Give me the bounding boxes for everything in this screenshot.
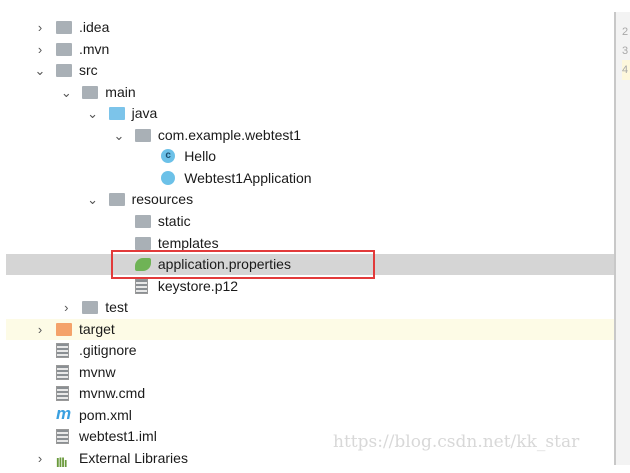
tree-item[interactable]: mvnw (0, 362, 614, 383)
editor-gutter: 2 3 4 (614, 12, 630, 465)
line-number: 4 (622, 60, 630, 80)
folder-icon (134, 236, 151, 250)
tree-item[interactable]: mvnw.cmd (0, 383, 614, 404)
tree-item-label: Hello (184, 148, 217, 165)
tree-item-label: .idea (79, 19, 110, 35)
tree-item-label: java (131, 105, 158, 122)
folder-icon (82, 85, 99, 99)
excluded-folder-icon (56, 322, 72, 336)
chevron-right-icon[interactable]: › (34, 17, 46, 38)
tree-item[interactable]: ⌄ main (0, 82, 614, 103)
tree-item[interactable]: › test (0, 297, 614, 318)
tree-item-label: webtest1.iml (79, 428, 157, 445)
tree-item-label: static (157, 212, 191, 229)
tree-item-label: .gitignore (79, 342, 137, 359)
tree-item-label: Webtest1Application (184, 169, 312, 186)
chevron-right-icon[interactable]: › (60, 297, 72, 318)
tree-item[interactable]: › target (6, 318, 614, 340)
unknown-file-icon (134, 278, 148, 294)
text-file-icon (56, 386, 69, 402)
tree-item-label: External Libraries (79, 450, 188, 466)
tree-item-label: test (105, 299, 128, 316)
tree-item[interactable]: m pom.xml (0, 403, 614, 426)
tree-item-label: mvnw.cmd (79, 385, 146, 402)
package-icon (134, 128, 151, 142)
text-file-icon (56, 343, 69, 359)
chevron-down-icon[interactable]: ⌄ (87, 103, 99, 124)
text-file-icon (56, 364, 69, 380)
class-icon: c (161, 149, 176, 164)
folder-icon (56, 42, 72, 56)
tree-item-label: .mvn (79, 40, 110, 57)
chevron-right-icon[interactable]: › (34, 448, 46, 469)
module-file-icon (56, 429, 69, 445)
tree-item[interactable]: ⌄ java (0, 103, 614, 124)
chevron-down-icon[interactable]: ⌄ (87, 189, 99, 210)
tree-item[interactable]: › .idea (0, 17, 614, 38)
folder-icon (134, 214, 151, 228)
highlight-box (111, 250, 375, 279)
libraries-icon: Illı (56, 455, 67, 470)
tree-item-label: pom.xml (79, 406, 132, 423)
maven-icon: m (56, 403, 72, 423)
chevron-right-icon[interactable]: › (34, 319, 46, 340)
line-number: 3 (622, 45, 629, 57)
line-number: 2 (622, 26, 629, 38)
tree-item[interactable]: ⌄ resources (0, 189, 614, 210)
tree-item-label: src (79, 62, 98, 79)
watermark: https://blog.csdn.net/kk_star (333, 432, 580, 452)
resources-folder-icon (108, 193, 125, 207)
source-folder-icon (108, 107, 125, 121)
folder-icon (56, 64, 72, 78)
chevron-down-icon[interactable]: ⌄ (113, 125, 125, 146)
tree-item[interactable]: › .mvn (0, 39, 614, 60)
folder-icon (56, 21, 72, 34)
chevron-right-icon[interactable]: › (34, 39, 46, 60)
tree-item-label: main (105, 83, 136, 100)
tree-item[interactable]: ⌄ src (0, 60, 614, 81)
tree-item[interactable]: .gitignore (0, 340, 614, 361)
tree-item-label: target (79, 320, 115, 337)
tree-item-label: com.example.webtest1 (157, 126, 302, 143)
chevron-down-icon[interactable]: ⌄ (34, 60, 46, 81)
tree-item[interactable]: static (0, 211, 614, 232)
tree-item[interactable]: ⌄ com.example.webtest1 (0, 125, 614, 146)
chevron-down-icon[interactable]: ⌄ (60, 82, 72, 103)
spring-boot-class-icon (161, 170, 176, 185)
folder-icon (82, 301, 99, 315)
tree-item-label: resources (131, 191, 194, 208)
tree-item-label: mvnw (79, 363, 116, 380)
tree-item[interactable]: Webtest1Application (0, 168, 614, 189)
tree-item[interactable]: c Hello (0, 146, 614, 167)
